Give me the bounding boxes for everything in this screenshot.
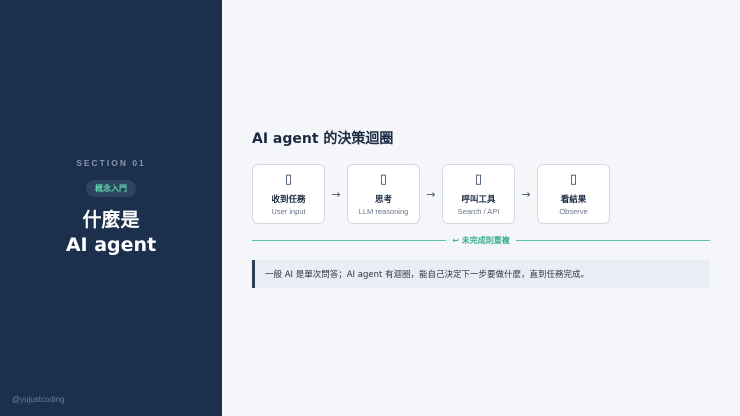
page-title-line2: AI agent (65, 234, 157, 256)
loop-line-left (252, 239, 447, 241)
category-tag: 概念入門 (86, 180, 136, 197)
step-card-observe: ▯ 看結果 Observe (537, 164, 610, 224)
tool-icon: ▯ (474, 171, 483, 187)
sidebar-panel: SECTION 01 概念入門 什麼是 AI agent @yujustcodi… (0, 0, 222, 416)
loop-label: ↩ 未完成則重複 (452, 235, 510, 245)
eye-icon: ▯ (569, 171, 578, 187)
loop-indicator: ↩ 未完成則重複 (252, 234, 710, 246)
step-subtitle: Observe (559, 206, 588, 216)
tag-wrapper: 概念入門 (0, 176, 222, 197)
step-card-tool: ▯ 呼叫工具 Search / API (442, 164, 515, 224)
arrow-right-icon: → (331, 187, 341, 201)
step-title: 看結果 (560, 194, 587, 205)
decision-loop-flow: ▯ 收到任務 User input → ▯ 思考 LLM reasoning →… (252, 164, 610, 224)
page-title: 什麼是 AI agent (0, 208, 222, 258)
brain-icon: ▯ (379, 171, 388, 187)
note-callout: 一般 AI 是單次問答；AI agent 有迴圈，能自己決定下一步要做什麼，直到… (252, 260, 710, 288)
page-title-line1: 什麼是 (82, 209, 140, 231)
step-subtitle: User input (271, 206, 306, 216)
step-card-think: ▯ 思考 LLM reasoning (347, 164, 420, 224)
main-panel: AI agent 的決策迴圈 ▯ 收到任務 User input → ▯ 思考 … (222, 0, 740, 416)
inbox-icon: ▯ (284, 171, 293, 187)
step-title: 呼叫工具 (461, 194, 496, 205)
step-card-input: ▯ 收到任務 User input (252, 164, 325, 224)
section-label: SECTION 01 (76, 158, 146, 168)
arrow-right-icon: → (521, 187, 531, 201)
step-title: 思考 (374, 194, 392, 205)
section-heading: AI agent 的決策迴圈 (252, 131, 394, 147)
step-subtitle: LLM reasoning (358, 206, 409, 216)
step-subtitle: Search / API (457, 206, 500, 216)
step-title: 收到任務 (271, 194, 306, 205)
arrow-right-icon: → (426, 187, 436, 201)
author-handle: @yujustcoding (12, 395, 65, 404)
loop-line-right (515, 239, 710, 241)
